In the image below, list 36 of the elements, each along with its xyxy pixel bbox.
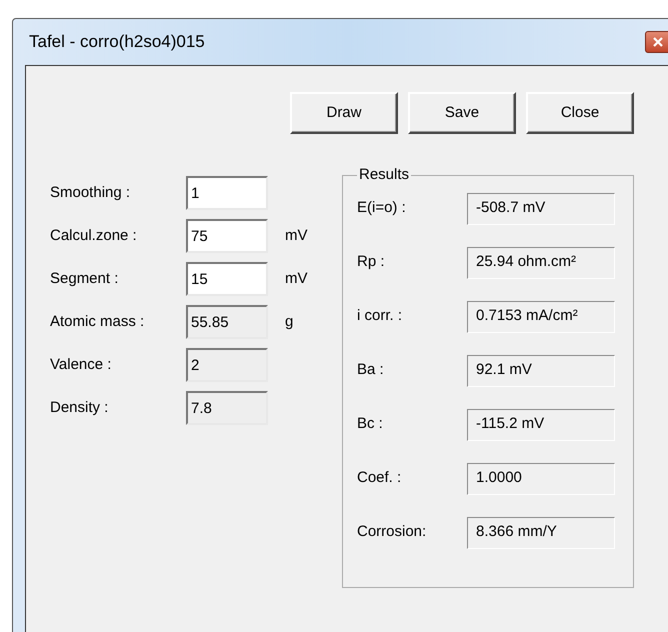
parameter-field[interactable]: 1 [186,176,268,210]
result-value: -508.7 mV [467,192,615,224]
field-label: Atomic mass : [50,312,146,332]
field-label: Density : [50,398,110,418]
result-value: 25.94 ohm.cm² [467,246,615,278]
field-label: Valence : [50,354,112,375]
unit-label: g [285,312,294,332]
result-label: Bc : [357,414,384,434]
window-title: Tafel - corro(h2so4)015 [29,31,205,54]
dialog-button[interactable]: Close [526,92,634,134]
result-value: 0.7153 mA/cm² [467,300,615,332]
result-label: Rp : [357,252,386,272]
unit-label: mV [285,226,308,246]
field-label: Smoothing : [50,182,132,203]
parameter-field[interactable]: 2 [186,348,268,382]
result-label: E(i=o) : [357,198,407,218]
unit-label: mV [285,268,308,289]
field-label: Calcul.zone : [50,226,138,246]
result-value: -115.2 mV [467,408,615,440]
result-label: i corr. : [357,306,404,326]
field-label: Segment : [50,268,120,289]
result-label: Corrosion: [357,522,428,542]
result-label: Ba : [357,360,385,380]
close-icon [653,37,663,47]
parameter-field[interactable]: 15 [186,262,268,296]
parameter-field[interactable]: 75 [186,219,268,253]
dialog-button[interactable]: Draw [290,92,398,134]
result-value: 1.0000 [467,462,615,494]
result-value: 8.366 mm/Y [467,516,615,548]
parameter-field[interactable]: 7.8 [186,391,268,425]
close-button[interactable] [645,31,668,53]
dialog-button[interactable]: Save [408,92,516,134]
parameter-field[interactable]: 55.85 [186,305,268,339]
result-value: 92.1 mV [467,354,615,386]
group-title: Results [358,165,410,185]
result-label: Coef. : [357,468,402,488]
